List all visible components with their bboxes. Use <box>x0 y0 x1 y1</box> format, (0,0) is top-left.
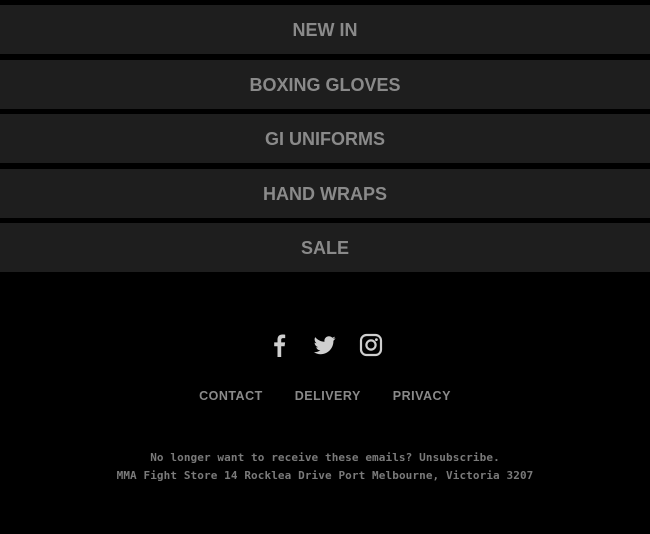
facebook-icon[interactable] <box>266 331 292 359</box>
category-nav: NEW IN BOXING GLOVES GI UNIFORMS HAND WR… <box>0 5 650 278</box>
unsubscribe-line: No longer want to receive these emails? … <box>0 449 650 467</box>
footer-link-contact[interactable]: CONTACT <box>199 389 263 403</box>
store-address: MMA Fight Store 14 Rocklea Drive Port Me… <box>116 469 534 482</box>
twitter-icon[interactable] <box>312 331 338 359</box>
social-links <box>0 331 650 359</box>
unsubscribe-text: No longer want to receive these emails? <box>150 451 413 464</box>
footer-link-privacy[interactable]: PRIVACY <box>393 389 451 403</box>
nav-item-sale[interactable]: SALE <box>0 223 650 272</box>
nav-item-hand-wraps[interactable]: HAND WRAPS <box>0 168 650 218</box>
nav-item-new-in[interactable]: NEW IN <box>0 5 650 54</box>
footer-link-delivery[interactable]: DELIVERY <box>295 389 361 403</box>
instagram-icon[interactable] <box>358 331 384 359</box>
nav-item-boxing-gloves[interactable]: BOXING GLOVES <box>0 59 650 109</box>
unsubscribe-link[interactable]: Unsubscribe. <box>419 451 500 464</box>
legal-text: No longer want to receive these emails? … <box>0 449 650 485</box>
footer-links: CONTACT DELIVERY PRIVACY <box>0 389 650 403</box>
nav-item-gi-uniforms[interactable]: GI UNIFORMS <box>0 114 650 163</box>
email-footer: NEW IN BOXING GLOVES GI UNIFORMS HAND WR… <box>0 0 650 534</box>
